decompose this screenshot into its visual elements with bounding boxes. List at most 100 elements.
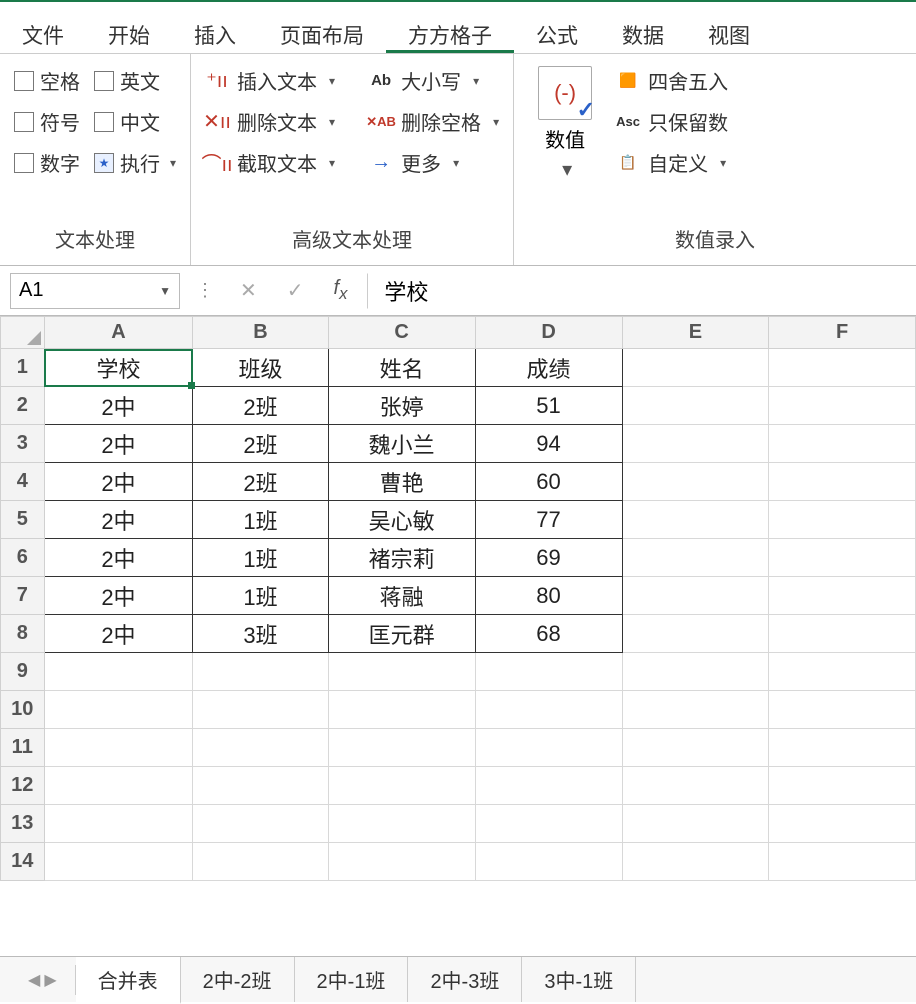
tab-formula[interactable]: 公式	[514, 10, 600, 53]
cell-A1[interactable]: 学校	[44, 349, 193, 387]
spreadsheet-grid[interactable]: A B C D E F 1 学校 班级 姓名 成绩 2 2中 2班 张婷 51 …	[0, 316, 916, 881]
cell-F11[interactable]	[769, 729, 916, 767]
row-header-8[interactable]: 8	[1, 615, 45, 653]
col-header-C[interactable]: C	[328, 317, 475, 349]
cell-A5[interactable]: 2中	[44, 501, 193, 539]
cell-E2[interactable]	[622, 387, 769, 425]
cell-C13[interactable]	[328, 805, 475, 843]
chk-space[interactable]: 空格	[14, 66, 80, 95]
cell-F9[interactable]	[769, 653, 916, 691]
btn-extract-text[interactable]: ⌒ıı截取文本▾	[205, 148, 335, 177]
cell-F3[interactable]	[769, 425, 916, 463]
cell-C9[interactable]	[328, 653, 475, 691]
cell-F5[interactable]	[769, 501, 916, 539]
cell-A7[interactable]: 2中	[44, 577, 193, 615]
tab-data[interactable]: 数据	[600, 10, 686, 53]
col-header-E[interactable]: E	[622, 317, 769, 349]
cell-A3[interactable]: 2中	[44, 425, 193, 463]
cancel-formula-button[interactable]: ✕	[230, 278, 267, 303]
cell-D2[interactable]: 51	[475, 387, 622, 425]
sheet-tab-3[interactable]: 2中-3班	[408, 957, 522, 1002]
cell-E1[interactable]	[622, 349, 769, 387]
cell-E13[interactable]	[622, 805, 769, 843]
cell-C6[interactable]: 褚宗莉	[328, 539, 475, 577]
sheet-nav-next[interactable]: ▶	[44, 970, 56, 990]
btn-case[interactable]: Ab大小写▾	[369, 66, 499, 95]
tab-view[interactable]: 视图	[686, 10, 772, 53]
row-header-4[interactable]: 4	[1, 463, 45, 501]
cell-C7[interactable]: 蒋融	[328, 577, 475, 615]
cell-F7[interactable]	[769, 577, 916, 615]
cell-D9[interactable]	[475, 653, 622, 691]
sheet-tab-1[interactable]: 2中-2班	[181, 957, 295, 1002]
cell-F12[interactable]	[769, 767, 916, 805]
btn-round[interactable]: 🟧四舍五入	[616, 66, 728, 95]
chk-english[interactable]: 英文	[94, 66, 176, 95]
cell-E11[interactable]	[622, 729, 769, 767]
cell-F14[interactable]	[769, 843, 916, 881]
cell-C3[interactable]: 魏小兰	[328, 425, 475, 463]
cell-A13[interactable]	[44, 805, 193, 843]
cell-F10[interactable]	[769, 691, 916, 729]
cell-E12[interactable]	[622, 767, 769, 805]
row-header-13[interactable]: 13	[1, 805, 45, 843]
cell-C1[interactable]: 姓名	[328, 349, 475, 387]
cell-F13[interactable]	[769, 805, 916, 843]
row-header-3[interactable]: 3	[1, 425, 45, 463]
row-header-2[interactable]: 2	[1, 387, 45, 425]
cell-B12[interactable]	[193, 767, 328, 805]
cell-B5[interactable]: 1班	[193, 501, 328, 539]
btn-more[interactable]: →更多▾	[369, 148, 499, 177]
row-header-9[interactable]: 9	[1, 653, 45, 691]
cell-B2[interactable]: 2班	[193, 387, 328, 425]
cell-C10[interactable]	[328, 691, 475, 729]
cell-A8[interactable]: 2中	[44, 615, 193, 653]
cell-D8[interactable]: 68	[475, 615, 622, 653]
row-header-5[interactable]: 5	[1, 501, 45, 539]
row-header-7[interactable]: 7	[1, 577, 45, 615]
cell-E9[interactable]	[622, 653, 769, 691]
cell-B14[interactable]	[193, 843, 328, 881]
btn-delete-text[interactable]: ✕ıı删除文本▾	[205, 107, 335, 136]
cell-C12[interactable]	[328, 767, 475, 805]
sheet-tab-2[interactable]: 2中-1班	[295, 957, 409, 1002]
cell-F6[interactable]	[769, 539, 916, 577]
cell-A11[interactable]	[44, 729, 193, 767]
chk-chinese[interactable]: 中文	[94, 107, 176, 136]
cell-C11[interactable]	[328, 729, 475, 767]
cell-D11[interactable]	[475, 729, 622, 767]
cell-C5[interactable]: 吴心敏	[328, 501, 475, 539]
cell-A4[interactable]: 2中	[44, 463, 193, 501]
cell-D4[interactable]: 60	[475, 463, 622, 501]
row-header-14[interactable]: 14	[1, 843, 45, 881]
cell-A2[interactable]: 2中	[44, 387, 193, 425]
name-box[interactable]: A1 ▼	[10, 273, 180, 309]
cell-D6[interactable]: 69	[475, 539, 622, 577]
col-header-B[interactable]: B	[193, 317, 328, 349]
cell-D3[interactable]: 94	[475, 425, 622, 463]
btn-numeric[interactable]: (-) 数值 ▾	[528, 66, 602, 218]
formula-input[interactable]: 学校	[367, 273, 906, 309]
cell-E14[interactable]	[622, 843, 769, 881]
row-header-11[interactable]: 11	[1, 729, 45, 767]
row-header-1[interactable]: 1	[1, 349, 45, 387]
chk-number[interactable]: 数字	[14, 148, 80, 177]
tab-insert[interactable]: 插入	[172, 10, 258, 53]
cell-E6[interactable]	[622, 539, 769, 577]
cell-D13[interactable]	[475, 805, 622, 843]
cell-B7[interactable]: 1班	[193, 577, 328, 615]
cell-B13[interactable]	[193, 805, 328, 843]
cell-B1[interactable]: 班级	[193, 349, 328, 387]
fx-icon[interactable]: fx	[324, 277, 358, 304]
cell-A10[interactable]	[44, 691, 193, 729]
cell-E4[interactable]	[622, 463, 769, 501]
row-header-10[interactable]: 10	[1, 691, 45, 729]
col-header-F[interactable]: F	[769, 317, 916, 349]
col-header-A[interactable]: A	[44, 317, 193, 349]
cell-B4[interactable]: 2班	[193, 463, 328, 501]
row-header-6[interactable]: 6	[1, 539, 45, 577]
btn-delete-space[interactable]: ✕AB删除空格▾	[369, 107, 499, 136]
cell-F4[interactable]	[769, 463, 916, 501]
cell-E3[interactable]	[622, 425, 769, 463]
cell-B3[interactable]: 2班	[193, 425, 328, 463]
